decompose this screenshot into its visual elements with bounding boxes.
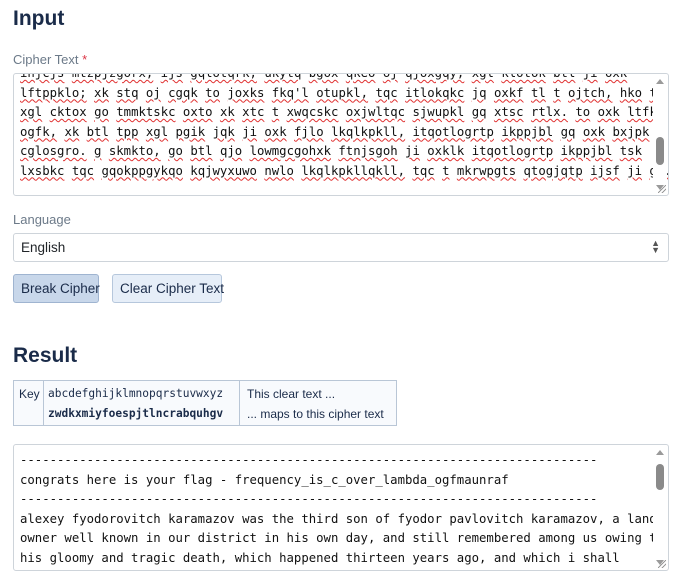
key-table: Key abcdefghijklmnopqrstuvwxyz zwdkxmiyf… (13, 380, 397, 426)
result-output-content[interactable]: ----------------------------------------… (20, 451, 665, 568)
resize-grip-icon[interactable] (658, 560, 666, 568)
break-cipher-button[interactable]: Break Cipher (13, 274, 100, 303)
cipher-text-content[interactable]: ihjcjs mtzpjzgorx, ijs gqlotqrk, ukytq b… (20, 73, 668, 181)
result-output[interactable]: ----------------------------------------… (13, 444, 669, 571)
result-output-line: owner well known in our district in his … (20, 531, 665, 545)
language-select[interactable]: English ▲ ▼ (13, 233, 669, 262)
result-output-line: alexey fyodorovitch karamazov was the th… (20, 511, 657, 526)
result-output-scrollbar[interactable] (653, 446, 667, 569)
scroll-up-arrow-icon[interactable] (656, 79, 664, 84)
cipher-text-scrollbar[interactable] (653, 75, 667, 194)
plain-caption: This clear text ... (247, 387, 336, 401)
cipher-text-label: Cipher Text * (13, 52, 87, 67)
cipher-text-line: lftppklo; xk stq oj cgqk to joxks fkq'l … (20, 85, 664, 100)
result-output-line: congrats here is your flag - frequency_i… (20, 472, 509, 487)
cipher-text-line: ihjcjs mtzpjzgorx, ijs gqlotqrk, ukytq b… (20, 73, 628, 80)
select-caret-icon: ▲ ▼ (651, 238, 660, 255)
result-output-line: ----------------------------------------… (20, 453, 598, 467)
result-output-line: his gloomy and tragic death, which happe… (20, 550, 620, 565)
cipher-text-label-text: Cipher Text (13, 52, 79, 67)
resize-grip-icon[interactable] (658, 185, 666, 193)
key-table-divider (239, 381, 240, 425)
cipher-alphabet: zwdkxmiyfoespjtlncrabquhgv (48, 407, 224, 420)
result-output-line: ----------------------------------------… (20, 492, 598, 506)
clear-cipher-text-button[interactable]: Clear Cipher Text (112, 274, 224, 303)
language-select-value: English (21, 240, 66, 255)
cipher-caption: ... maps to this cipher text (247, 407, 384, 421)
cipher-text-input[interactable]: ihjcjs mtzpjzgorx, ijs gqlotqrk, ukytq b… (13, 73, 669, 196)
required-mark: * (82, 52, 88, 67)
key-table-divider (43, 381, 44, 425)
cipher-text-line: ogfk, xk btl tpp xgl pgik jqk ji oxk fjl… (20, 124, 650, 139)
result-section-title: Result (13, 344, 78, 367)
scroll-thumb[interactable] (656, 464, 664, 490)
scroll-thumb[interactable] (656, 137, 664, 165)
input-section-title: Input (13, 7, 65, 30)
cipher-text-line: lxsbkc tqc gqokppgykqo kqjwyxuwo nwlo lk… (20, 163, 668, 178)
key-header: Key (19, 387, 40, 401)
language-label: Language (13, 212, 71, 227)
plain-alphabet: abcdefghijklmnopqrstuvwxyz (48, 387, 224, 400)
scroll-up-arrow-icon[interactable] (656, 450, 664, 455)
cipher-text-line: xgl cktox go tmmktskc oxto xk xtc t xwqc… (20, 105, 657, 119)
cipher-text-line: cglosgro. g skmkto, go btl qjo lowmgcgoh… (20, 144, 642, 158)
